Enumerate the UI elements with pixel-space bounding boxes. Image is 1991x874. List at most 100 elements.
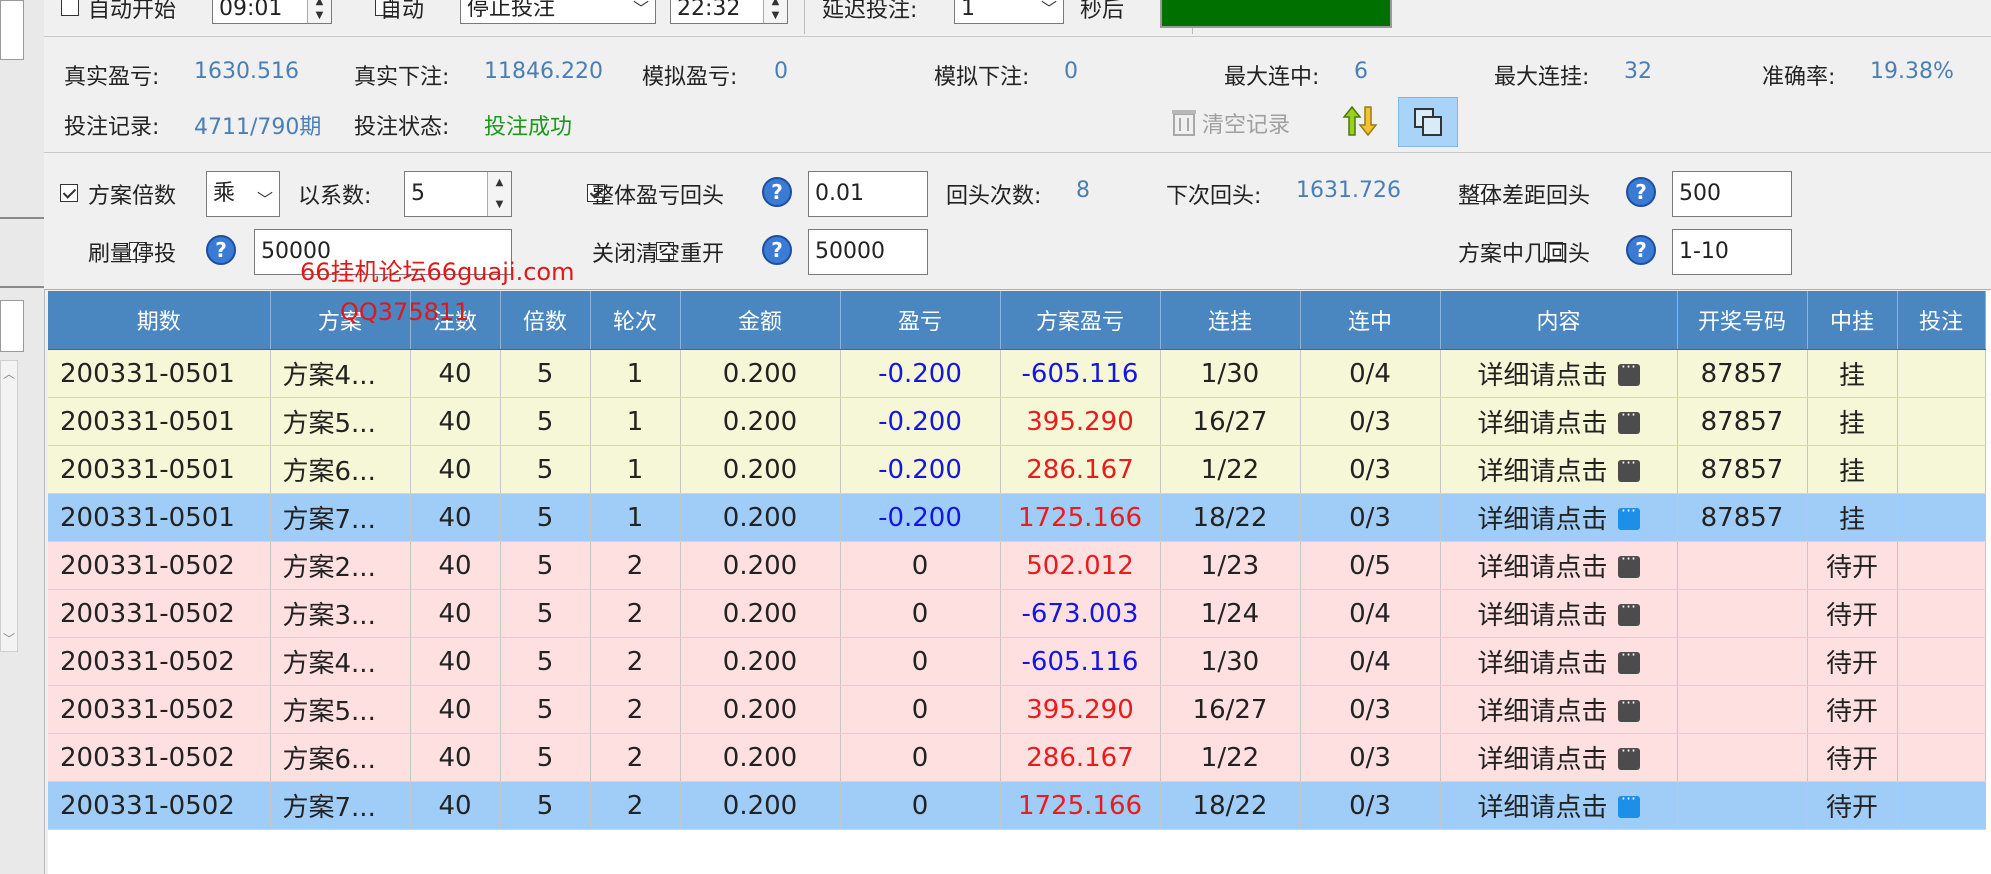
cell-win-streak: 0/4 [1300,589,1441,638]
ellipsis-button-icon[interactable] [1617,693,1640,722]
cell-content[interactable]: 详细请点击 [1440,349,1678,398]
column-header-plan-profit[interactable]: 方案盈亏 [1000,291,1161,350]
table-row[interactable]: 200331-0502 方案4... 40 5 2 0.200 0 -605.116 1/30 0… [48,637,1986,686]
help-icon[interactable]: ? [206,235,236,265]
clear-record-button[interactable]: 清空记录 [1170,103,1320,141]
detail-link[interactable]: 详细请点击 [1477,601,1607,631]
ellipsis-button-icon[interactable] [1617,357,1640,386]
overall-profit-input[interactable]: 0.01 [808,171,928,217]
table-row[interactable]: 200331-0501 方案7... 40 5 1 0.200 -0.200 1725.166… [48,493,1986,542]
ellipsis-button-icon[interactable] [1617,741,1640,770]
left-pane-scrollbar[interactable]: ︿ ﹀ [0,360,18,652]
left-pane-input[interactable] [0,0,24,60]
help-icon[interactable]: ? [762,235,792,265]
cell-status: 待开 [1807,733,1898,782]
spin-up-icon[interactable]: ▲ [764,0,787,9]
table-row[interactable]: 200331-0502 方案6... 40 5 2 0.200 0 286.167 1/22 0/… [48,733,1986,782]
sort-button[interactable] [1342,103,1382,143]
cell-content[interactable]: 详细请点击 [1440,445,1678,494]
column-header-draw-number[interactable]: 开奖号码 [1677,291,1808,350]
cell-round: 2 [590,781,681,830]
column-header-period[interactable]: 期数 [48,291,271,350]
column-header-plan[interactable]: 方案 [270,291,411,350]
column-header-notes[interactable]: 注数 [410,291,501,350]
cell-content[interactable]: 详细请点击 [1440,733,1678,782]
spin-down-icon[interactable]: ▼ [488,194,511,216]
detail-link[interactable]: 详细请点击 [1477,745,1607,775]
column-header-multiplier[interactable]: 倍数 [500,291,591,350]
cell-status: 挂 [1807,397,1898,446]
cell-content[interactable]: 详细请点击 [1440,589,1678,638]
sim-bet-value: 0 [1064,59,1078,84]
time-spinner[interactable]: ▲ ▼ [763,0,787,23]
multiplier-operator-select[interactable]: 乘 ﹀ [206,171,280,217]
column-header-loss-streak[interactable]: 连挂 [1160,291,1301,350]
table-row[interactable]: 200331-0502 方案7... 40 5 2 0.200 0 1725.166 18/22… [48,781,1986,830]
column-header-round[interactable]: 轮次 [590,291,681,350]
time-spinner[interactable]: ▲ ▼ [307,0,331,23]
cell-content[interactable]: 详细请点击 [1440,685,1678,734]
column-header-amount[interactable]: 金额 [680,291,841,350]
ellipsis-button-icon[interactable] [1617,789,1640,818]
column-header-bet[interactable]: 投注 [1897,291,1986,350]
table-row[interactable]: 200331-0502 方案3... 40 5 2 0.200 0 -673.003 1/24 0… [48,589,1986,638]
ellipsis-button-icon[interactable] [1617,645,1640,674]
ellipsis-button-icon[interactable] [1617,501,1640,530]
copy-window-button[interactable] [1398,97,1458,147]
auto-label: 自动 [380,0,425,23]
ellipsis-button-icon[interactable] [1617,405,1640,434]
stop-label: 刷量停投 [88,242,177,267]
help-icon[interactable]: ? [1626,235,1656,265]
cell-content[interactable]: 详细请点击 [1440,541,1678,590]
table-row[interactable]: 200331-0502 方案5... 40 5 2 0.200 0 395.290 16/27 0… [48,685,1986,734]
coef-spinner[interactable]: ▲ ▼ [487,172,511,216]
detail-link[interactable]: 详细请点击 [1477,409,1607,439]
scroll-down-icon[interactable]: ﹀ [3,630,15,647]
spin-down-icon[interactable]: ▼ [764,9,787,23]
cell-profit: 0 [840,781,1001,830]
column-header-content[interactable]: 内容 [1440,291,1678,350]
scroll-up-icon[interactable]: ︿ [3,365,15,382]
ellipsis-button-icon[interactable] [1617,549,1640,578]
help-icon[interactable]: ? [1626,177,1656,207]
cell-content[interactable]: 详细请点击 [1440,397,1678,446]
cell-content[interactable]: 详细请点击 [1440,493,1678,542]
column-header-status[interactable]: 中挂 [1807,291,1898,350]
cell-content[interactable]: 详细请点击 [1440,781,1678,830]
table-row[interactable]: 200331-0501 方案6... 40 5 1 0.200 -0.200 286.167 1… [48,445,1986,494]
detail-link[interactable]: 详细请点击 [1477,649,1607,679]
plan-hit-input[interactable]: 1-10 [1672,229,1792,275]
plan-multiplier-checkbox[interactable] [60,183,78,202]
column-header-win-streak[interactable]: 连中 [1300,291,1441,350]
spin-down-icon[interactable]: ▼ [308,9,331,23]
ellipsis-button-icon[interactable] [1617,597,1640,626]
delay-input[interactable]: 1 ﹀ [954,0,1064,24]
cell-win-streak: 0/3 [1300,493,1441,542]
cell-period: 200331-0501 [48,493,271,542]
cell-multiplier: 5 [500,733,591,782]
overall-gap-input[interactable]: 500 [1672,171,1792,217]
close-clear-input[interactable]: 50000 [808,229,928,275]
detail-link[interactable]: 详细请点击 [1477,505,1607,535]
spin-up-icon[interactable]: ▲ [308,0,331,9]
cell-content[interactable]: 详细请点击 [1440,637,1678,686]
stats-panel: 真实盈亏: 1630.516 真实下注: 11846.220 模拟盈亏: 0 模… [44,37,1991,153]
spin-up-icon[interactable]: ▲ [488,172,511,194]
help-icon[interactable]: ? [762,177,792,207]
detail-link[interactable]: 详细请点击 [1477,457,1607,487]
auto-action-select[interactable]: 停止投注 ﹀ [460,0,656,24]
detail-link[interactable]: 详细请点击 [1477,697,1607,727]
table-row[interactable]: 200331-0501 方案5... 40 5 1 0.200 -0.200 395.290 1… [48,397,1986,446]
table-row[interactable]: 200331-0502 方案2... 40 5 2 0.200 0 502.012 1/23 0/… [48,541,1986,590]
ellipsis-button-icon[interactable] [1617,453,1640,482]
auto-start-checkbox[interactable] [61,0,79,16]
stop-input[interactable]: 50000 [254,229,512,275]
detail-link[interactable]: 详细请点击 [1477,793,1607,823]
table-row[interactable]: 200331-0501 方案4... 40 5 1 0.200 -0.200 -605.116… [48,349,1986,398]
column-header-profit[interactable]: 盈亏 [840,291,1001,350]
coef-input[interactable]: 5 ▲ ▼ [404,171,512,217]
auto-start-time-input[interactable]: 09:01 ▲ ▼ [212,0,332,24]
detail-link[interactable]: 详细请点击 [1477,553,1607,583]
detail-link[interactable]: 详细请点击 [1477,361,1607,391]
auto-end-time-input[interactable]: 22:32 ▲ ▼ [670,0,788,24]
